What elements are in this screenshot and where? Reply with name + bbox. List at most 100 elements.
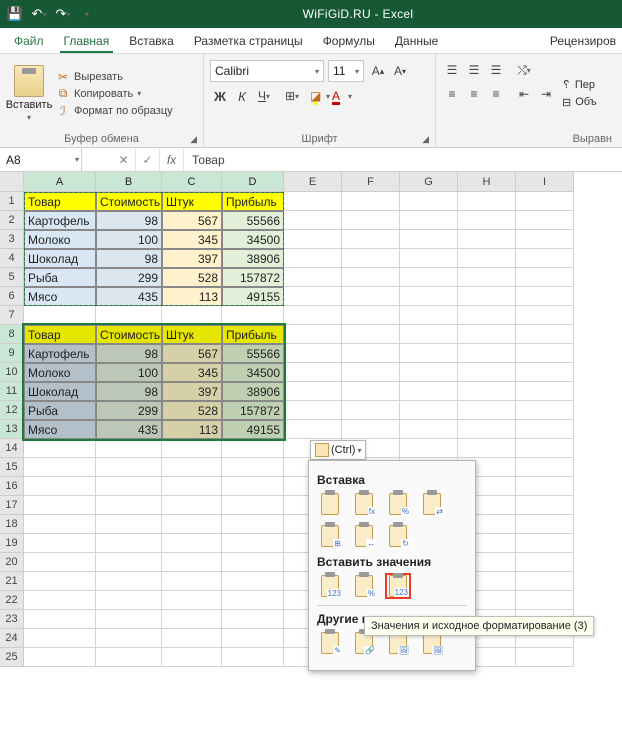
cell[interactable] — [516, 249, 574, 268]
cell[interactable] — [284, 401, 342, 420]
cell[interactable] — [96, 477, 162, 496]
col-header[interactable]: I — [516, 172, 574, 192]
paste-values-source-format-icon[interactable]: 123 — [385, 573, 411, 599]
cell[interactable] — [458, 287, 516, 306]
paste-formulas-icon[interactable]: fx — [351, 491, 377, 517]
row-header[interactable]: 22 — [0, 591, 24, 610]
cell[interactable] — [342, 306, 400, 325]
paste-transpose-icon[interactable]: ↻ — [385, 523, 411, 549]
paste-values-number-icon[interactable]: % — [351, 573, 377, 599]
cell[interactable] — [516, 439, 574, 458]
cell[interactable] — [342, 268, 400, 287]
cell[interactable] — [96, 306, 162, 325]
formula-value[interactable]: Товар — [184, 148, 622, 171]
paste-values-icon[interactable]: 123 — [317, 573, 343, 599]
row-header[interactable]: 25 — [0, 648, 24, 667]
row-header[interactable]: 11 — [0, 382, 24, 401]
merge-button[interactable]: ⊟ Объ — [562, 96, 597, 109]
cell[interactable] — [458, 249, 516, 268]
cell[interactable] — [284, 363, 342, 382]
paste-formatting-icon[interactable]: ✎ — [317, 630, 343, 656]
cell[interactable] — [96, 439, 162, 458]
row-header[interactable]: 2 — [0, 211, 24, 230]
cell[interactable] — [24, 515, 96, 534]
cell[interactable] — [162, 306, 222, 325]
cell[interactable] — [516, 382, 574, 401]
accept-formula-icon[interactable]: ✓ — [136, 148, 160, 171]
cell[interactable] — [96, 629, 162, 648]
qat-more-icon[interactable]: ▾ — [76, 3, 98, 25]
cell[interactable] — [342, 211, 400, 230]
cell[interactable] — [400, 230, 458, 249]
cell[interactable] — [162, 648, 222, 667]
cell[interactable] — [458, 211, 516, 230]
cell[interactable] — [342, 344, 400, 363]
cell[interactable] — [516, 230, 574, 249]
row-header[interactable]: 24 — [0, 629, 24, 648]
row-header[interactable]: 15 — [0, 458, 24, 477]
row-header[interactable]: 4 — [0, 249, 24, 268]
col-header[interactable]: C — [162, 172, 222, 192]
col-header[interactable]: E — [284, 172, 342, 192]
cell[interactable] — [222, 306, 284, 325]
cell[interactable] — [516, 648, 574, 667]
row-header[interactable]: 8 — [0, 325, 24, 344]
cell[interactable] — [24, 534, 96, 553]
cell[interactable] — [342, 401, 400, 420]
cell[interactable] — [516, 572, 574, 591]
cell[interactable] — [222, 534, 284, 553]
cell[interactable] — [162, 572, 222, 591]
cell[interactable] — [516, 363, 574, 382]
cell[interactable] — [96, 610, 162, 629]
save-icon[interactable]: 💾 — [4, 3, 26, 25]
cell[interactable] — [24, 553, 96, 572]
cell[interactable] — [458, 268, 516, 287]
paste-button[interactable]: Вставить ▾ — [6, 56, 52, 131]
row-header[interactable]: 18 — [0, 515, 24, 534]
cell[interactable] — [342, 382, 400, 401]
cell[interactable] — [400, 268, 458, 287]
col-header[interactable]: B — [96, 172, 162, 192]
cell[interactable] — [24, 572, 96, 591]
cell[interactable] — [400, 439, 458, 458]
cell[interactable] — [24, 477, 96, 496]
cell[interactable] — [222, 591, 284, 610]
cell[interactable] — [342, 230, 400, 249]
cell[interactable] — [400, 287, 458, 306]
align-bottom-icon[interactable]: ☰ — [486, 60, 506, 80]
wrap-text-button[interactable]: ␦ Пер — [562, 79, 597, 92]
cancel-formula-icon[interactable]: ✕ — [112, 148, 136, 171]
orientation-icon[interactable]: ⤭▾ — [514, 60, 534, 80]
underline-button[interactable]: Ч▾ — [254, 86, 274, 106]
cell[interactable] — [400, 211, 458, 230]
paste-column-width-icon[interactable]: ↔ — [351, 523, 377, 549]
cell[interactable] — [222, 477, 284, 496]
cell[interactable] — [516, 306, 574, 325]
cell[interactable] — [222, 458, 284, 477]
cell[interactable] — [162, 477, 222, 496]
cell[interactable] — [222, 439, 284, 458]
cell[interactable] — [96, 515, 162, 534]
cell[interactable] — [96, 591, 162, 610]
cell[interactable] — [516, 192, 574, 211]
cell[interactable] — [162, 496, 222, 515]
col-header[interactable]: D — [222, 172, 284, 192]
cell[interactable] — [284, 287, 342, 306]
row-header[interactable]: 21 — [0, 572, 24, 591]
paste-options-button[interactable]: (Ctrl) ▾ — [310, 440, 366, 460]
cell[interactable] — [342, 363, 400, 382]
cell[interactable] — [342, 420, 400, 439]
cell[interactable] — [342, 192, 400, 211]
cell[interactable] — [458, 420, 516, 439]
cell[interactable] — [400, 249, 458, 268]
cell[interactable] — [342, 249, 400, 268]
cell[interactable] — [516, 401, 574, 420]
font-size-select[interactable]: 11▾ — [328, 60, 364, 82]
cell[interactable] — [400, 325, 458, 344]
cell[interactable] — [342, 325, 400, 344]
cell[interactable] — [284, 211, 342, 230]
cell[interactable] — [400, 344, 458, 363]
cell[interactable] — [222, 553, 284, 572]
redo-icon[interactable]: ↷▾ — [52, 3, 74, 25]
cell[interactable] — [162, 458, 222, 477]
